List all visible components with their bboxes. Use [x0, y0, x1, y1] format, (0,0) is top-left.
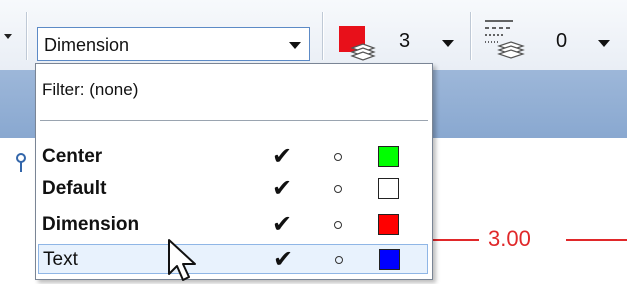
level-item-center[interactable]: Center ✔: [38, 142, 428, 172]
checkmark-icon: ✔: [272, 211, 293, 238]
radio-dot-icon: [335, 256, 343, 264]
level-dropdown-list: Filter: (none) Center ✔ Default ✔ Dimens…: [35, 63, 433, 280]
mouse-cursor-icon: [168, 239, 196, 281]
chevron-down-icon[interactable]: [442, 40, 454, 47]
radio-dot-icon: [334, 185, 342, 193]
style-value: 0: [556, 30, 568, 52]
checkmark-icon: ✔: [272, 143, 293, 170]
tool-icon[interactable]: [15, 152, 29, 174]
level-item-label: Dimension: [42, 214, 140, 235]
chevron-down-icon[interactable]: [4, 34, 12, 39]
toolbar-separator: [322, 12, 323, 60]
level-item-text[interactable]: Text ✔: [38, 244, 428, 274]
level-combobox[interactable]: Dimension: [37, 27, 310, 61]
chevron-down-icon: [289, 42, 301, 49]
dimension-text: 3.00: [488, 226, 531, 251]
color-swatch: [379, 249, 400, 270]
color-layers-icon[interactable]: [338, 24, 378, 64]
radio-dot-icon: [334, 153, 342, 161]
checkmark-icon: ✔: [272, 175, 293, 202]
radio-dot-icon: [334, 221, 342, 229]
toolbar-separator: [26, 12, 27, 60]
dimension-line-right: [566, 239, 627, 241]
color-swatch: [378, 146, 399, 167]
level-item-default[interactable]: Default ✔: [38, 174, 428, 204]
level-combobox-value: Dimension: [44, 35, 130, 55]
line-style-icon[interactable]: [483, 16, 531, 62]
level-combobox-dropdown-button[interactable]: [281, 28, 309, 60]
filter-label[interactable]: Filter: (none): [42, 80, 138, 100]
level-item-label: Text: [43, 249, 78, 270]
toolbar-separator: [470, 12, 471, 60]
checkmark-icon: ✔: [273, 246, 294, 273]
level-item-label: Center: [42, 146, 103, 167]
dropdown-separator: [40, 120, 428, 121]
color-value: 3: [399, 30, 411, 52]
level-item-dimension[interactable]: Dimension ✔: [38, 210, 428, 240]
color-swatch: [378, 214, 399, 235]
color-swatch: [378, 178, 399, 199]
level-item-label: Default: [42, 178, 107, 199]
toolbar: Dimension 3 0: [0, 0, 627, 71]
chevron-down-icon[interactable]: [598, 40, 610, 47]
dimension-line-left: [433, 239, 479, 241]
